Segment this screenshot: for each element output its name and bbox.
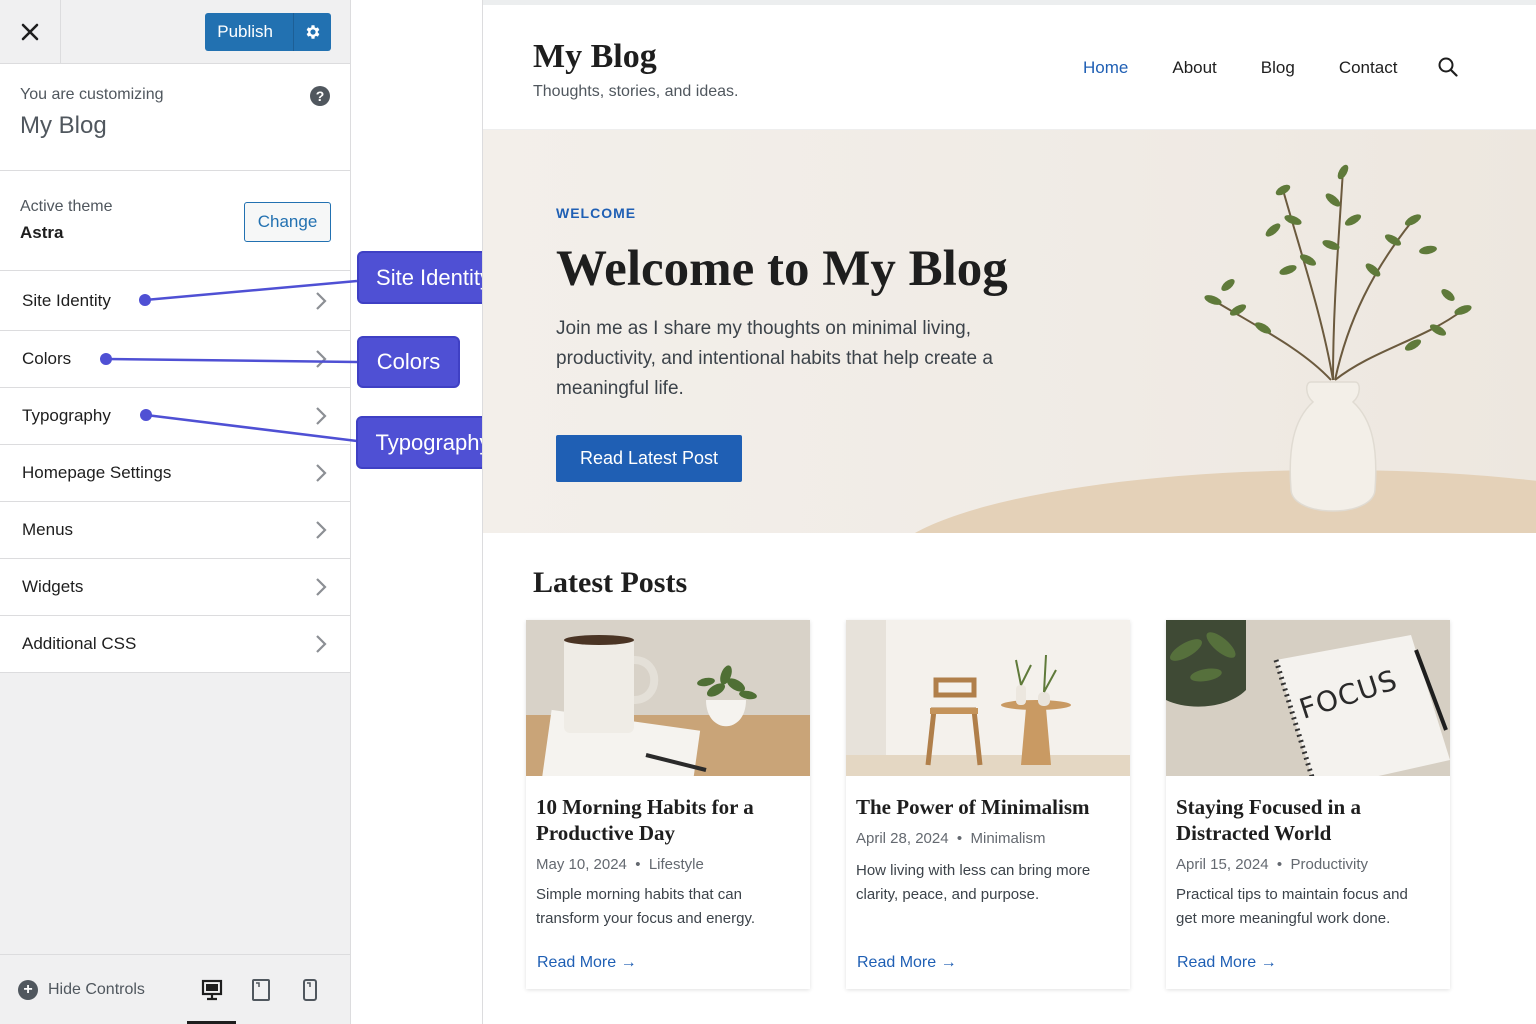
arrow-right-icon: → bbox=[940, 954, 957, 971]
post-meta: May 10, 2024 • Lifestyle bbox=[536, 856, 704, 873]
post-title[interactable]: Staying Focused in a Distracted World bbox=[1176, 794, 1436, 846]
menu-item-site-identity[interactable]: Site Identity bbox=[0, 271, 350, 331]
read-more-label: Read More bbox=[537, 954, 617, 971]
menu-item-label: Widgets bbox=[22, 577, 84, 596]
post-card: 10 Morning Habits for a Productive Day M… bbox=[526, 620, 810, 989]
chevron-right-icon bbox=[316, 521, 327, 539]
menu-item-typography[interactable]: Typography bbox=[0, 388, 350, 445]
customizer-sidebar: Publish You are customizing My Blog ? Ac… bbox=[0, 0, 351, 1024]
customizing-info: You are customizing My Blog bbox=[0, 64, 350, 171]
post-category[interactable]: Minimalism bbox=[971, 830, 1046, 847]
read-more-label: Read More bbox=[1177, 954, 1257, 971]
menu-item-label: Additional CSS bbox=[22, 634, 137, 653]
hide-controls-label: Hide Controls bbox=[48, 980, 145, 998]
close-icon bbox=[21, 23, 39, 40]
menu-item-menus[interactable]: Menus bbox=[0, 502, 350, 559]
hero-eyebrow: WELCOME bbox=[556, 205, 637, 221]
callout-colors: Colors bbox=[357, 336, 460, 388]
plant-vase-image bbox=[1204, 164, 1472, 512]
menu-item-label: Colors bbox=[22, 349, 72, 368]
menu-item-homepage-settings[interactable]: Homepage Settings bbox=[0, 445, 350, 502]
hero-text: Join me as I share my thoughts on minima… bbox=[556, 318, 993, 399]
post-card: FOCUS Staying Focused in a Distracted Wo… bbox=[1166, 620, 1450, 989]
post-excerpt: Simple morning habits that can transform… bbox=[536, 886, 755, 927]
arrow-right-icon: → bbox=[1260, 954, 1277, 971]
publish-button[interactable]: Publish bbox=[205, 13, 293, 51]
close-button[interactable] bbox=[0, 0, 61, 63]
tablet-icon bbox=[251, 979, 270, 1001]
read-more-link[interactable]: Read More → bbox=[1177, 954, 1277, 972]
site-title[interactable]: My Blog bbox=[533, 38, 657, 76]
chevron-right-icon bbox=[316, 350, 327, 368]
post-category[interactable]: Productivity bbox=[1291, 856, 1369, 873]
post-date: May 10, 2024 bbox=[536, 856, 627, 873]
post-excerpt: Practical tips to maintain focus and get… bbox=[1176, 886, 1408, 927]
customizer-menu: Site Identity Colors Typography Homepage… bbox=[0, 271, 350, 673]
post-meta: April 28, 2024 • Minimalism bbox=[856, 830, 1046, 847]
post-title[interactable]: The Power of Minimalism bbox=[856, 794, 1116, 820]
nav-link-blog[interactable]: Blog bbox=[1261, 58, 1295, 78]
nav-link-about[interactable]: About bbox=[1172, 58, 1216, 78]
hero-title: Welcome to My Blog bbox=[556, 241, 1008, 297]
sidebar-footer: + Hide Controls bbox=[0, 954, 350, 1024]
desktop-icon bbox=[201, 979, 222, 1001]
post-date: April 15, 2024 bbox=[1176, 856, 1269, 873]
menu-item-colors[interactable]: Colors bbox=[0, 331, 350, 388]
chevron-right-icon bbox=[316, 578, 327, 596]
publish-group: Publish bbox=[205, 13, 331, 51]
hide-controls-button[interactable]: + Hide Controls bbox=[18, 979, 145, 1000]
read-latest-post-button[interactable]: Read Latest Post bbox=[556, 435, 742, 482]
menu-item-label: Typography bbox=[22, 406, 111, 425]
post-category[interactable]: Lifestyle bbox=[649, 856, 704, 873]
device-preview-switcher bbox=[187, 955, 334, 1024]
site-tagline: Thoughts, stories, and ideas. bbox=[533, 83, 739, 100]
mobile-preview-button[interactable] bbox=[285, 955, 334, 1024]
nav-link-contact[interactable]: Contact bbox=[1339, 58, 1398, 78]
post-thumbnail-notebook[interactable]: FOCUS bbox=[1166, 620, 1450, 776]
menu-item-label: Menus bbox=[22, 520, 74, 539]
post-thumbnail-coffee[interactable] bbox=[526, 620, 810, 801]
tablet-preview-button[interactable] bbox=[236, 955, 285, 1024]
mobile-icon bbox=[302, 979, 317, 1001]
hero-section: WELCOME Welcome to My Blog Join me as I … bbox=[483, 130, 1536, 533]
nav-link-home[interactable]: Home bbox=[1083, 58, 1128, 78]
gear-icon bbox=[306, 25, 319, 39]
post-title[interactable]: 10 Morning Habits for a Productive Day bbox=[536, 794, 796, 846]
site-name: My Blog bbox=[20, 112, 107, 139]
chevron-right-icon bbox=[316, 635, 327, 653]
help-icon[interactable]: ? bbox=[310, 86, 330, 106]
menu-item-label: Homepage Settings bbox=[22, 463, 172, 482]
sidebar-header: Publish bbox=[0, 0, 350, 64]
read-more-label: Read More bbox=[857, 954, 937, 971]
menu-item-label: Site Identity bbox=[22, 290, 111, 310]
primary-nav: Home About Blog Contact bbox=[1083, 58, 1441, 78]
search-icon[interactable] bbox=[1438, 57, 1458, 77]
site-header: My Blog Thoughts, stories, and ideas. Ho… bbox=[483, 0, 1536, 130]
arrow-right-icon: → bbox=[620, 954, 637, 971]
post-excerpt: How living with less can bring more clar… bbox=[856, 862, 1091, 903]
customizing-label: You are customizing bbox=[20, 86, 164, 103]
menu-item-widgets[interactable]: Widgets bbox=[0, 559, 350, 616]
chevron-right-icon bbox=[316, 464, 327, 482]
plus-circle-icon: + bbox=[18, 979, 38, 1000]
desktop-preview-button[interactable] bbox=[187, 955, 236, 1024]
menu-item-additional-css[interactable]: Additional CSS bbox=[0, 616, 350, 673]
chevron-right-icon bbox=[316, 291, 327, 310]
post-card: The Power of Minimalism April 28, 2024 •… bbox=[846, 620, 1130, 989]
change-theme-button[interactable]: Change bbox=[244, 202, 331, 242]
site-preview: My Blog Thoughts, stories, and ideas. Ho… bbox=[482, 0, 1536, 1024]
post-thumbnail-chair[interactable] bbox=[846, 620, 1130, 776]
latest-posts-heading: Latest Posts bbox=[533, 566, 688, 599]
read-more-link[interactable]: Read More → bbox=[537, 954, 637, 972]
read-more-link[interactable]: Read More → bbox=[857, 954, 957, 972]
active-theme-section: Active theme Astra Change bbox=[0, 171, 350, 271]
chevron-right-icon bbox=[316, 407, 327, 425]
posts-grid: 10 Morning Habits for a Productive Day M… bbox=[526, 620, 1486, 989]
post-meta: April 15, 2024 • Productivity bbox=[1176, 856, 1369, 873]
publish-settings-button[interactable] bbox=[293, 13, 331, 51]
post-date: April 28, 2024 bbox=[856, 830, 949, 847]
